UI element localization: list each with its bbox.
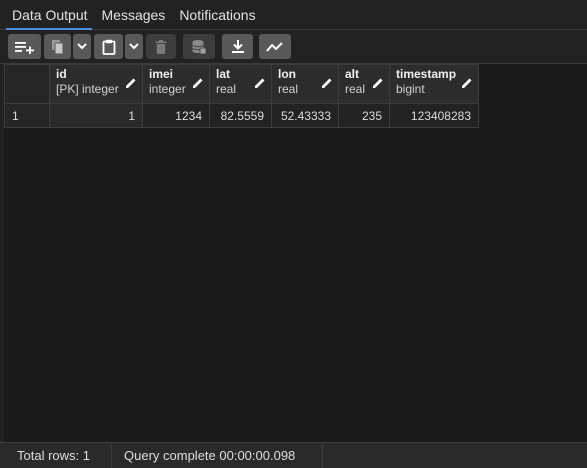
- add-row-button[interactable]: [8, 34, 41, 59]
- download-icon: [231, 40, 244, 53]
- paste-dropdown-button[interactable]: [125, 34, 143, 59]
- column-header-alt[interactable]: alt real: [338, 64, 390, 104]
- pencil-icon[interactable]: [124, 76, 138, 90]
- delete-button[interactable]: [146, 34, 176, 59]
- data-grid: id [PK] integer imei integer lat real lo…: [4, 64, 587, 442]
- column-header-lat[interactable]: lat real: [209, 64, 272, 104]
- column-header-imei[interactable]: imei integer: [142, 64, 210, 104]
- copy-dropdown-button[interactable]: [73, 34, 91, 59]
- pencil-icon[interactable]: [253, 76, 267, 90]
- save-data-button[interactable]: [183, 34, 215, 59]
- database-save-icon: [192, 39, 207, 54]
- chevron-down-icon: [77, 43, 87, 50]
- download-button[interactable]: [222, 34, 253, 59]
- row-number-header[interactable]: [4, 64, 50, 104]
- cell-imei[interactable]: 1234: [142, 103, 210, 128]
- chevron-down-icon: [129, 43, 139, 50]
- cell-alt[interactable]: 235: [338, 103, 390, 128]
- status-bar: Total rows: 1 Query complete 00:00:00.09…: [0, 442, 587, 468]
- column-header-timestamp[interactable]: timestamp bigint: [389, 64, 479, 104]
- clipboard-icon: [102, 39, 115, 55]
- column-header-id[interactable]: id [PK] integer: [49, 64, 143, 104]
- header-row: id [PK] integer imei integer lat real lo…: [4, 64, 479, 104]
- pencil-icon[interactable]: [460, 76, 474, 90]
- graph-button[interactable]: [259, 34, 291, 59]
- pencil-icon[interactable]: [371, 76, 385, 90]
- table-row[interactable]: 1 1 1234 82.5559 52.43333 235 123408283: [4, 103, 479, 128]
- tab-messages[interactable]: Messages: [95, 0, 173, 29]
- line-chart-icon: [266, 41, 283, 52]
- cell-timestamp[interactable]: 123408283: [389, 103, 479, 128]
- row-number[interactable]: 1: [4, 103, 50, 128]
- copy-button[interactable]: [44, 34, 71, 59]
- cell-lon[interactable]: 52.43333: [271, 103, 339, 128]
- paste-button[interactable]: [94, 34, 123, 59]
- trash-icon: [155, 39, 167, 54]
- cell-id[interactable]: 1: [49, 103, 143, 128]
- add-row-icon: [14, 41, 34, 54]
- column-header-lon[interactable]: lon real: [271, 64, 339, 104]
- copy-icon: [51, 39, 63, 54]
- query-status-label: Query complete 00:00:00.098: [112, 443, 323, 468]
- result-tabs: Data Output Messages Notifications: [0, 0, 587, 30]
- total-rows-label: Total rows: 1: [0, 443, 112, 468]
- cell-lat[interactable]: 82.5559: [209, 103, 272, 128]
- results-table: id [PK] integer imei integer lat real lo…: [4, 64, 479, 128]
- pencil-icon[interactable]: [320, 76, 334, 90]
- tab-notifications[interactable]: Notifications: [172, 0, 262, 29]
- data-toolbar: [0, 30, 587, 64]
- pencil-icon[interactable]: [191, 76, 205, 90]
- tab-data-output[interactable]: Data Output: [0, 0, 95, 30]
